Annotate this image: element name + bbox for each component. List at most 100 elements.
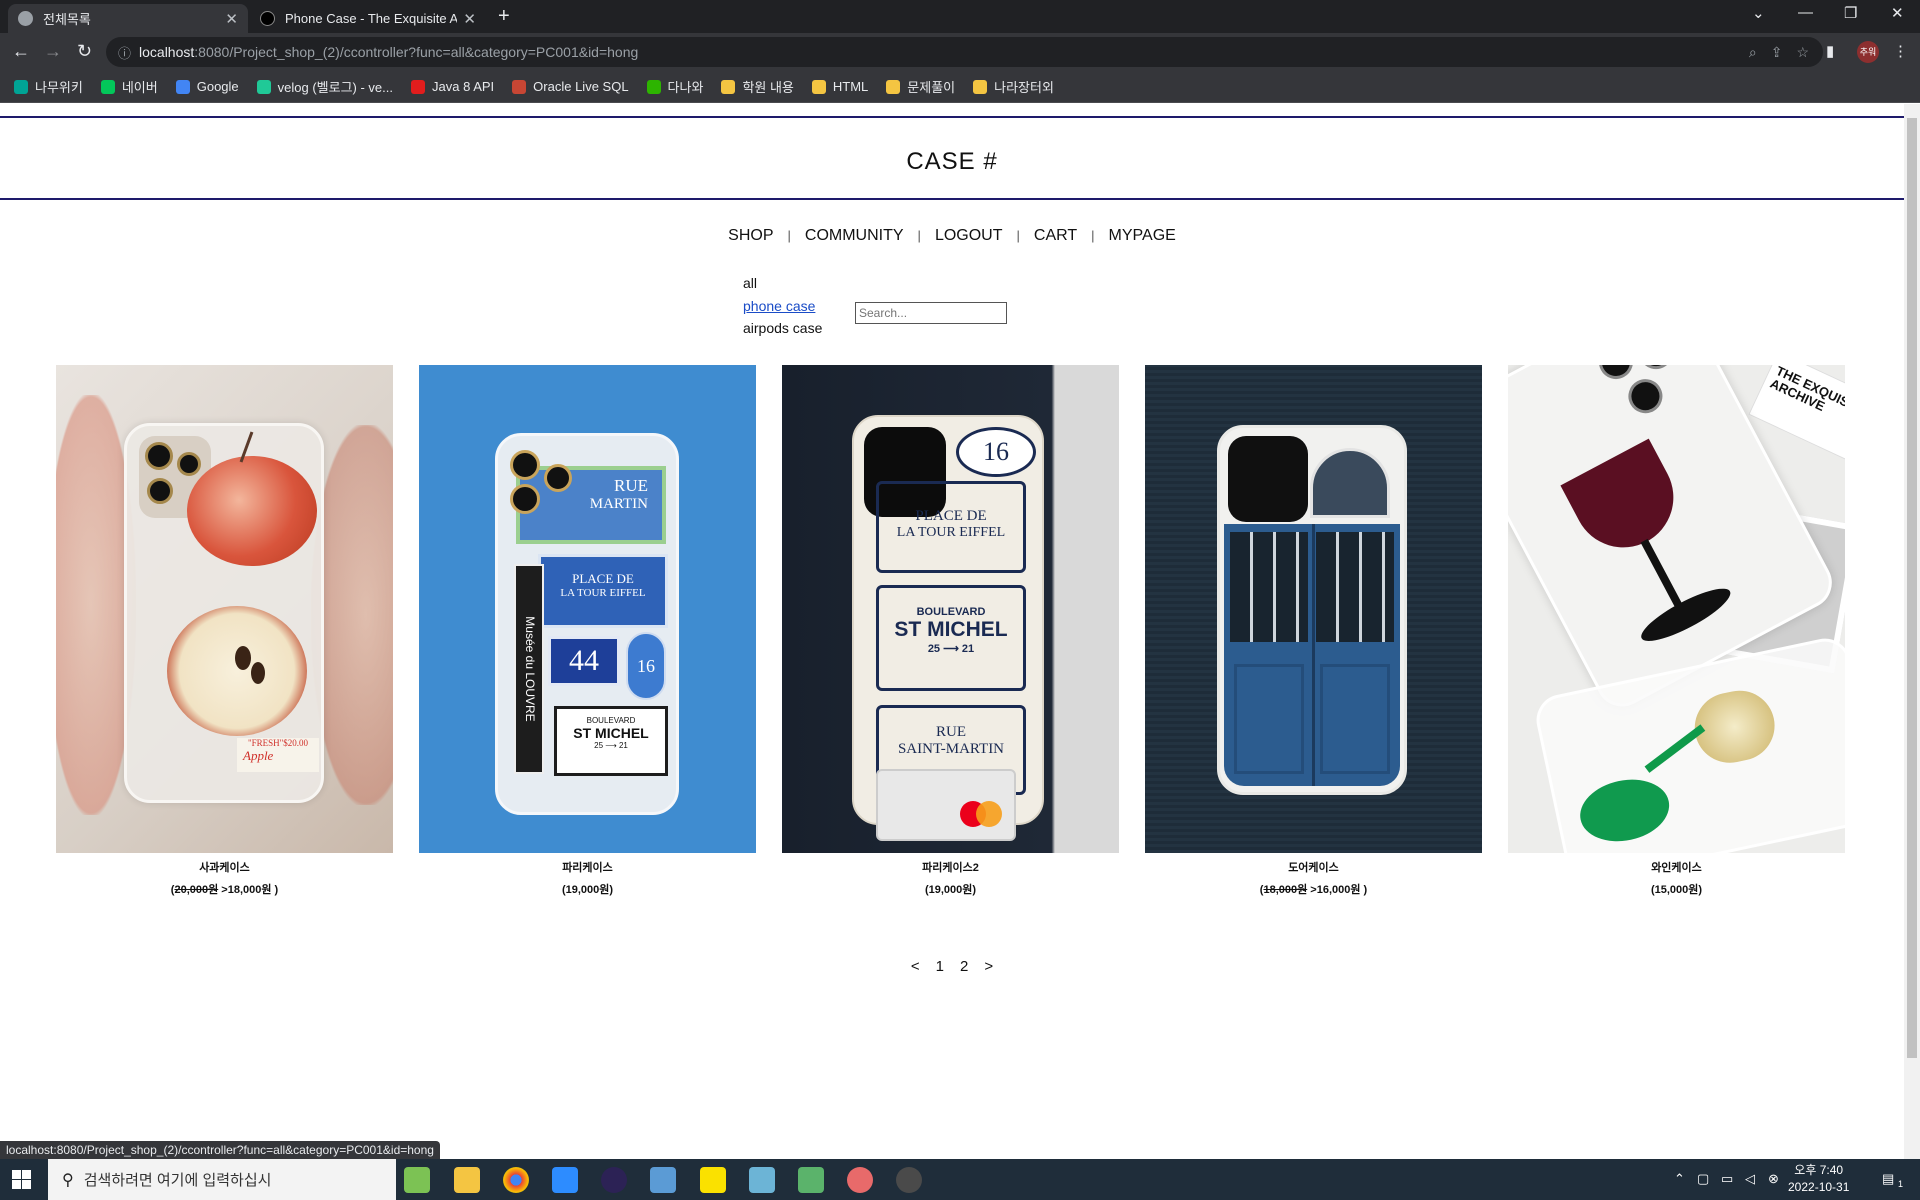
eclipse-app-icon[interactable] — [601, 1167, 627, 1193]
product-name[interactable]: 사과케이스 — [56, 859, 393, 875]
next-page-button[interactable]: > — [984, 958, 993, 975]
bookmark-item[interactable]: HTML — [811, 79, 869, 94]
tab-all-list[interactable]: 전체목록 ✕ — [8, 4, 248, 33]
folder-icon — [886, 79, 901, 94]
site-logo[interactable]: CASE # — [0, 148, 1904, 176]
window-close-icon[interactable]: ✕ — [1891, 4, 1904, 22]
bookmark-star-icon[interactable]: ☆ — [1796, 44, 1809, 61]
search-input[interactable] — [855, 302, 1007, 324]
product-card[interactable]: RUE MARTIN PLACE DE LA TOUR EIFFEL Musée… — [419, 365, 756, 897]
network-icon[interactable]: ▭ — [1721, 1171, 1733, 1187]
bookmark-item[interactable]: 문제풀이 — [886, 77, 955, 96]
bookmark-label: Google — [196, 79, 239, 94]
forward-arrow-icon[interactable]: → — [44, 41, 62, 62]
zoom-icon[interactable]: ⌕ — [1749, 44, 1757, 61]
share-icon[interactable]: ⇪ — [1771, 44, 1783, 61]
nav-shop[interactable]: SHOP — [728, 227, 773, 244]
product-card[interactable]: 16 PLACE DE LA TOUR EIFFEL BOULEVARD ST … — [782, 365, 1119, 897]
app-icon[interactable] — [798, 1167, 824, 1193]
bookmark-item[interactable]: 나무위키 — [14, 77, 83, 96]
tray-device-icon[interactable]: ▢ — [1697, 1171, 1709, 1187]
chrome-app-icon[interactable] — [503, 1167, 529, 1193]
nav-separator: | — [917, 228, 921, 243]
page-link-2[interactable]: 2 — [960, 958, 968, 975]
notepad-app-icon[interactable] — [404, 1167, 430, 1193]
sale-price: 18,000원 — [227, 884, 275, 896]
app-icon[interactable] — [650, 1167, 676, 1193]
tab-title: Phone Case - The Exquisite Arc — [285, 11, 458, 26]
product-name[interactable]: 도어케이스 — [1145, 859, 1482, 875]
category-airpods-case[interactable]: airpods case — [743, 317, 822, 340]
bookmark-item[interactable]: velog (벨로그) - ve... — [256, 77, 394, 96]
zoom-app-icon[interactable] — [552, 1167, 578, 1193]
settings-gear-icon[interactable] — [896, 1167, 922, 1193]
close-icon[interactable]: ✕ — [463, 10, 476, 28]
taskbar-clock[interactable]: 오후 7:40 2022-10-31 — [1788, 1162, 1849, 1196]
restore-icon[interactable]: ❐ — [1844, 4, 1857, 22]
product-card[interactable]: THE EXQUIS ARCHIVE 와인케이스 (15,000원) — [1508, 365, 1845, 897]
vertical-scrollbar[interactable] — [1904, 104, 1920, 1159]
bookmark-item[interactable]: 나라장터외 — [973, 77, 1054, 96]
folder-icon — [811, 79, 826, 94]
tray-chevron-icon[interactable]: ⌃ — [1674, 1171, 1685, 1187]
product-image[interactable]: RUE MARTIN PLACE DE LA TOUR EIFFEL Musée… — [419, 365, 756, 853]
folder-icon — [721, 79, 736, 94]
app-icon[interactable] — [847, 1167, 873, 1193]
tab-search-chevron-icon[interactable]: ⌄ — [1752, 4, 1765, 22]
reload-icon[interactable]: ↻ — [77, 41, 92, 62]
url-path: :8080/Project_shop_(2)/ccontroller?func=… — [194, 44, 639, 60]
nav-logout[interactable]: LOGOUT — [935, 227, 1003, 244]
product-image[interactable]: 16 PLACE DE LA TOUR EIFFEL BOULEVARD ST … — [782, 365, 1119, 853]
product-name[interactable]: 와인케이스 — [1508, 859, 1845, 875]
back-arrow-icon[interactable]: ← — [12, 41, 30, 62]
product-name[interactable]: 파리케이스 — [419, 859, 756, 875]
case-text: Apple — [243, 748, 274, 763]
bookmark-item[interactable]: Java 8 API — [411, 79, 494, 94]
bookmark-item[interactable]: Oracle Live SQL — [512, 79, 629, 94]
site-info-icon[interactable]: ⓘ — [118, 43, 131, 62]
scrollbar-thumb[interactable] — [1907, 118, 1917, 1058]
side-panel-icon[interactable]: ▮ — [1826, 42, 1834, 60]
case-text: BOULEVARD — [916, 606, 986, 618]
bookmark-favicon-icon — [256, 79, 271, 94]
windows-start-icon[interactable] — [12, 1170, 31, 1189]
product-card[interactable]: "FRESH"$20.00 Apple 사과케이스 (20,000원 >18,0… — [56, 365, 393, 897]
menu-kebab-icon[interactable]: ⋮ — [1893, 42, 1908, 60]
bookmark-label: 다나와 — [667, 80, 704, 95]
profile-avatar[interactable]: 추워 — [1857, 41, 1879, 63]
kakaotalk-icon[interactable] — [700, 1167, 726, 1193]
close-icon[interactable]: ✕ — [225, 10, 238, 28]
nav-mypage[interactable]: MYPAGE — [1109, 227, 1176, 244]
new-tab-plus-icon[interactable]: + — [498, 5, 510, 28]
app-icon[interactable] — [749, 1167, 775, 1193]
product-name[interactable]: 파리케이스2 — [782, 859, 1119, 875]
bookmark-item[interactable]: 학원 내용 — [721, 77, 794, 96]
notification-icon[interactable]: ▤ — [1882, 1171, 1894, 1187]
bookmark-item[interactable]: Google — [175, 79, 239, 94]
file-explorer-icon[interactable] — [454, 1167, 480, 1193]
product-image[interactable]: THE EXQUIS ARCHIVE — [1508, 365, 1845, 853]
category-phone-case[interactable]: phone case — [743, 295, 822, 318]
tab-phone-case[interactable]: Phone Case - The Exquisite Arc ✕ — [250, 4, 486, 33]
minimize-icon[interactable]: — — [1798, 4, 1813, 21]
url-text[interactable]: localhost:8080/Project_shop_(2)/ccontrol… — [139, 44, 1749, 60]
bookmark-item[interactable]: 네이버 — [100, 77, 158, 96]
tray-status-icon[interactable]: ⊗ — [1768, 1171, 1779, 1187]
address-bar[interactable]: ⓘ localhost:8080/Project_shop_(2)/ccontr… — [106, 37, 1823, 67]
case-text: THE EXQUIS ARCHIVE — [1767, 365, 1845, 415]
nav-cart[interactable]: CART — [1034, 227, 1077, 244]
original-price: 20,000원 — [174, 884, 219, 896]
nav-community[interactable]: COMMUNITY — [805, 227, 904, 244]
product-image[interactable] — [1145, 365, 1482, 853]
bookmark-label: velog (벨로그) - ve... — [277, 80, 394, 95]
product-card[interactable]: 도어케이스 (18,000원 >16,000원 ) — [1145, 365, 1482, 897]
product-image[interactable]: "FRESH"$20.00 Apple — [56, 365, 393, 853]
url-host: localhost — [139, 44, 195, 60]
volume-muted-icon[interactable]: ◁ — [1745, 1171, 1755, 1187]
bookmark-label: HTML — [832, 79, 869, 94]
taskbar-search[interactable]: ⚲ 검색하려면 여기에 입력하십시 — [48, 1159, 396, 1200]
bookmark-item[interactable]: 다나와 — [646, 77, 704, 96]
category-all[interactable]: all — [743, 272, 822, 295]
page-link-1[interactable]: 1 — [936, 958, 944, 975]
prev-page-button[interactable]: < — [911, 958, 920, 975]
